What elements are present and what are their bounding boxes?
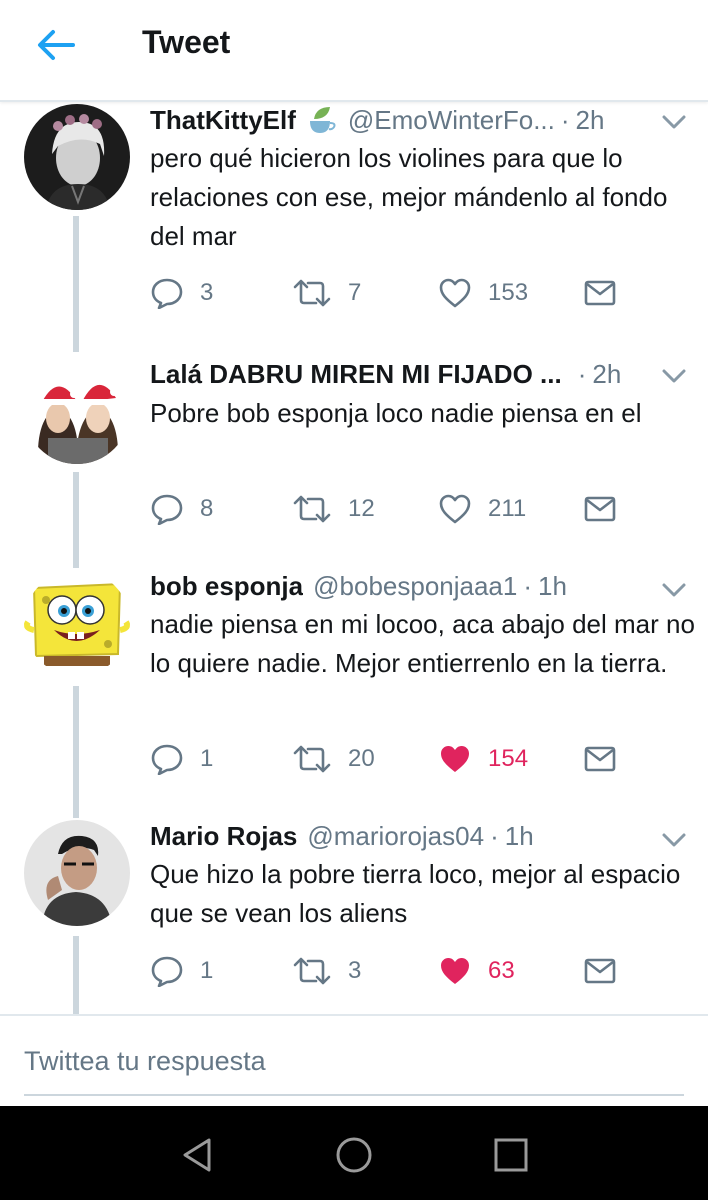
- author-name[interactable]: Mario Rojas: [150, 821, 297, 852]
- separator-dot: ·: [490, 820, 499, 851]
- dm-button[interactable]: [584, 273, 616, 313]
- reply-icon: [151, 956, 183, 987]
- like-count: 211: [488, 495, 527, 522]
- retweet-icon: [293, 279, 331, 307]
- envelope-icon: [584, 280, 616, 306]
- triangle-back-icon: [183, 1138, 211, 1172]
- reply-count: 1: [200, 745, 214, 772]
- tweet-text: Pobre bob esponja loco nadie piensa en e…: [150, 398, 642, 428]
- chevron-down-icon[interactable]: [660, 580, 688, 600]
- retweet-button[interactable]: 7: [292, 273, 361, 313]
- tweet-text: Que hizo la pobre tierra loco, mejor al …: [150, 859, 681, 928]
- avatar[interactable]: [24, 358, 130, 464]
- retweet-icon: [293, 495, 331, 523]
- avatar[interactable]: [24, 570, 130, 676]
- retweet-count: 20: [348, 745, 375, 772]
- tweet-text: pero qué hicieron los violines para que …: [150, 143, 668, 251]
- back-arrow-icon: [38, 30, 75, 60]
- page-title: Tweet: [142, 24, 231, 60]
- retweet-count: 7: [348, 279, 362, 306]
- envelope-icon: [584, 958, 616, 984]
- envelope-icon: [584, 496, 616, 522]
- like-button[interactable]: 63: [438, 951, 515, 991]
- tweet-actions: 8 12 211: [150, 489, 630, 529]
- tweet-timestamp: 1h: [538, 570, 567, 601]
- thread-line: [73, 472, 79, 568]
- like-count: 154: [488, 745, 529, 772]
- chevron-down-icon[interactable]: [660, 366, 688, 386]
- chevron-down-icon[interactable]: [660, 830, 688, 850]
- tweet-text: nadie piensa en mi locoo, aca abajo del …: [150, 609, 695, 678]
- system-nav-bar: [0, 1106, 708, 1200]
- tweet-actions: 1 20 154: [150, 739, 630, 779]
- dm-button[interactable]: [584, 489, 616, 529]
- author-name[interactable]: ThatKittyElf: [150, 105, 296, 136]
- nav-home-button[interactable]: [329, 1130, 379, 1180]
- tweet-header: ThatKittyElf @EmoWinterFo... · 2h: [150, 100, 688, 140]
- author-handle[interactable]: @EmoWinterFo...: [348, 105, 555, 136]
- like-button[interactable]: 153: [438, 273, 528, 313]
- nav-back-button[interactable]: [172, 1130, 222, 1180]
- separator-dot: ·: [523, 570, 533, 601]
- tweet-actions: 3 7 153: [150, 273, 630, 313]
- author-handle[interactable]: @bobesponjaaa1: [313, 571, 517, 602]
- author-handle[interactable]: @mariorojas04: [307, 821, 484, 852]
- reply-icon: [151, 278, 183, 309]
- retweet-icon: [293, 957, 331, 985]
- author-name[interactable]: bob esponja: [150, 571, 303, 602]
- tweet-timestamp: 2h: [575, 104, 605, 135]
- tweet-actions: 1 3 63: [150, 951, 630, 991]
- like-count: 153: [488, 279, 529, 306]
- reply-count: 1: [200, 957, 214, 984]
- retweet-button[interactable]: 20: [292, 739, 375, 779]
- reply-icon: [151, 744, 183, 775]
- back-button[interactable]: [30, 22, 80, 68]
- heart-filled-icon: [441, 746, 469, 772]
- envelope-icon: [584, 746, 616, 772]
- avatar[interactable]: [24, 820, 130, 926]
- thread-line: [73, 936, 79, 1014]
- author-name[interactable]: Lalá DABRU MIREN MI FIJADO ...: [150, 359, 562, 390]
- dm-button[interactable]: [584, 951, 616, 991]
- nav-recents-button[interactable]: [486, 1130, 536, 1180]
- like-count: 63: [488, 957, 515, 984]
- retweet-count: 3: [348, 957, 362, 984]
- reply-input-underline: [24, 1094, 684, 1096]
- retweet-count: 12: [348, 495, 375, 522]
- retweet-button[interactable]: 3: [292, 951, 361, 991]
- tweet-timestamp: 2h: [592, 358, 622, 389]
- leaf-teacup-icon: [304, 105, 338, 135]
- retweet-icon: [293, 745, 331, 773]
- separator-dot: ·: [560, 104, 570, 135]
- top-bar: Tweet: [0, 0, 708, 102]
- heart-icon: [439, 494, 471, 524]
- circle-home-icon: [336, 1137, 372, 1173]
- retweet-button[interactable]: 12: [292, 489, 375, 529]
- reply-button[interactable]: 8: [150, 489, 213, 529]
- reply-composer: Twittea tu respuesta: [0, 1014, 708, 1108]
- like-button[interactable]: 154: [438, 739, 528, 779]
- reply-button[interactable]: 3: [150, 273, 213, 313]
- reply-count: 3: [200, 279, 214, 306]
- separator-dot: ·: [577, 358, 587, 389]
- tweet-header: bob esponja @bobesponjaaa1 · 1h: [150, 566, 688, 606]
- tweet-timestamp: 1h: [504, 820, 534, 851]
- chevron-down-icon[interactable]: [660, 112, 688, 132]
- reply-icon: [151, 494, 183, 525]
- heart-filled-icon: [441, 958, 469, 984]
- reply-count: 8: [200, 495, 214, 522]
- tweet-header: Lalá DABRU MIREN MI FIJADO ... · 2h: [150, 354, 688, 394]
- heart-icon: [439, 278, 471, 308]
- tweet-header: Mario Rojas @mariorojas04 · 1h: [150, 816, 688, 856]
- thread-line: [73, 686, 79, 818]
- square-recents-icon: [494, 1138, 528, 1172]
- reply-button[interactable]: 1: [150, 739, 213, 779]
- dm-button[interactable]: [584, 739, 616, 779]
- reply-button[interactable]: 1: [150, 951, 213, 991]
- avatar[interactable]: [24, 104, 130, 210]
- thread-line: [73, 216, 79, 352]
- like-button[interactable]: 211: [438, 489, 526, 529]
- reply-input[interactable]: Twittea tu respuesta: [24, 1046, 266, 1077]
